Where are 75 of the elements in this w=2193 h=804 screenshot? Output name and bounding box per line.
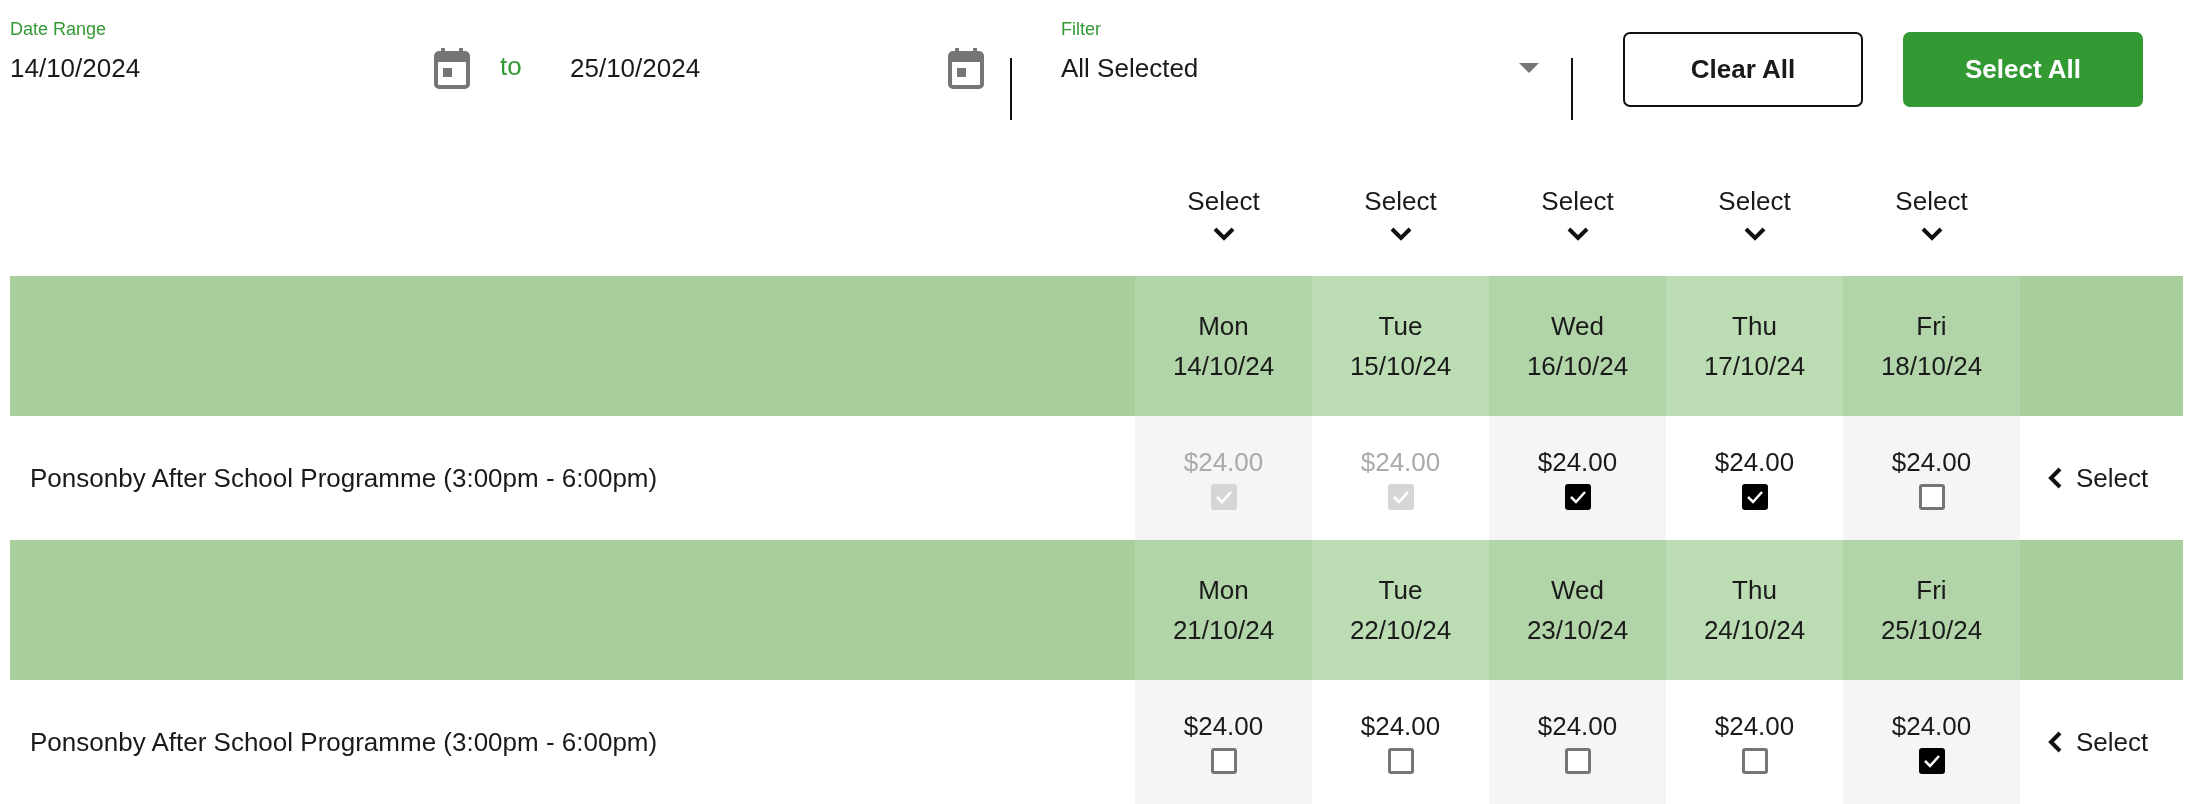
- price: $24.00: [1891, 710, 1972, 742]
- select-label[interactable]: Select: [1895, 185, 1968, 217]
- column-select[interactable]: Select: [1135, 150, 1312, 276]
- price: $24.00: [1183, 446, 1264, 478]
- clear-all-button[interactable]: Clear All: [1623, 32, 1863, 107]
- column-select[interactable]: Select: [1666, 150, 1843, 276]
- day-date: 25/10/24: [1880, 614, 1983, 647]
- select-all-button[interactable]: Select All: [1903, 32, 2143, 107]
- row-select-button[interactable]: Select: [2048, 726, 2149, 758]
- checkbox[interactable]: [1387, 747, 1414, 774]
- day-date: 18/10/24: [1880, 350, 1983, 383]
- calendar-icon[interactable]: [434, 47, 470, 89]
- price: $24.00: [1714, 446, 1795, 478]
- column-select[interactable]: Select: [1843, 150, 2020, 276]
- chevron-down-icon: [1389, 226, 1412, 241]
- chevron-left-icon: [2048, 467, 2062, 489]
- end-date-field[interactable]: 25/10/2024: [570, 52, 948, 84]
- day-name: Mon: [1198, 310, 1249, 343]
- checkbox[interactable]: [1741, 483, 1768, 510]
- price: $24.00: [1891, 446, 1972, 478]
- checkbox[interactable]: [1918, 483, 1945, 510]
- day-name: Thu: [1732, 310, 1777, 343]
- checkbox[interactable]: [1918, 747, 1945, 774]
- day-date: 16/10/24: [1526, 350, 1629, 383]
- price: $24.00: [1360, 446, 1441, 478]
- price: $24.00: [1183, 710, 1264, 742]
- day-name: Tue: [1378, 574, 1423, 607]
- select-label[interactable]: Select: [1364, 185, 1437, 217]
- filter-select[interactable]: All Selected: [1061, 52, 1519, 84]
- price: $24.00: [1537, 710, 1618, 742]
- checkbox[interactable]: [1564, 747, 1591, 774]
- day-date: 22/10/24: [1349, 614, 1452, 647]
- dropdown-arrow-icon[interactable]: [1519, 63, 1539, 73]
- chevron-down-icon: [1566, 226, 1589, 241]
- start-date-field[interactable]: 14/10/2024: [10, 52, 434, 84]
- chevron-down-icon: [1743, 226, 1766, 241]
- field-label: Date Range: [10, 18, 108, 40]
- day-name: Fri: [1916, 574, 1947, 607]
- day-date: 15/10/24: [1349, 350, 1452, 383]
- range-separator: to: [500, 50, 523, 83]
- day-date: 21/10/24: [1172, 614, 1275, 647]
- select-label[interactable]: Select: [1541, 185, 1614, 217]
- select-label[interactable]: Select: [1187, 185, 1260, 217]
- day-date: 24/10/24: [1703, 614, 1806, 647]
- day-name: Mon: [1198, 574, 1249, 607]
- field-label: Filter: [1061, 18, 1102, 40]
- chevron-down-icon: [1212, 226, 1235, 241]
- checkmark-icon: [1214, 489, 1233, 504]
- checkbox[interactable]: [1210, 747, 1237, 774]
- day-name: Fri: [1916, 310, 1947, 343]
- day-date: 23/10/24: [1526, 614, 1629, 647]
- checkmark-icon: [1391, 489, 1410, 504]
- column-select[interactable]: Select: [1312, 150, 1489, 276]
- day-name: Wed: [1551, 574, 1604, 607]
- day-name: Thu: [1732, 574, 1777, 607]
- checkbox[interactable]: [1741, 747, 1768, 774]
- price: $24.00: [1714, 710, 1795, 742]
- programme-name: Ponsonby After School Programme (3:00pm - 6:00pm): [29, 462, 658, 494]
- select-label[interactable]: Select: [1718, 185, 1791, 217]
- checkbox[interactable]: [1564, 483, 1591, 510]
- column-select[interactable]: Select: [1489, 150, 1666, 276]
- day-name: Tue: [1378, 310, 1423, 343]
- checkmark-icon: [1922, 753, 1941, 768]
- row-select-button[interactable]: Select: [2048, 462, 2149, 494]
- price: $24.00: [1537, 446, 1618, 478]
- programme-name: Ponsonby After School Programme (3:00pm - 6:00pm): [29, 726, 658, 758]
- calendar-icon[interactable]: [948, 47, 984, 89]
- day-name: Wed: [1551, 310, 1604, 343]
- checkmark-icon: [1568, 489, 1587, 504]
- day-date: 14/10/24: [1172, 350, 1275, 383]
- checkmark-icon: [1745, 489, 1764, 504]
- chevron-left-icon: [2048, 731, 2062, 753]
- chevron-down-icon: [1920, 226, 1943, 241]
- day-date: 17/10/24: [1703, 350, 1806, 383]
- price: $24.00: [1360, 710, 1441, 742]
